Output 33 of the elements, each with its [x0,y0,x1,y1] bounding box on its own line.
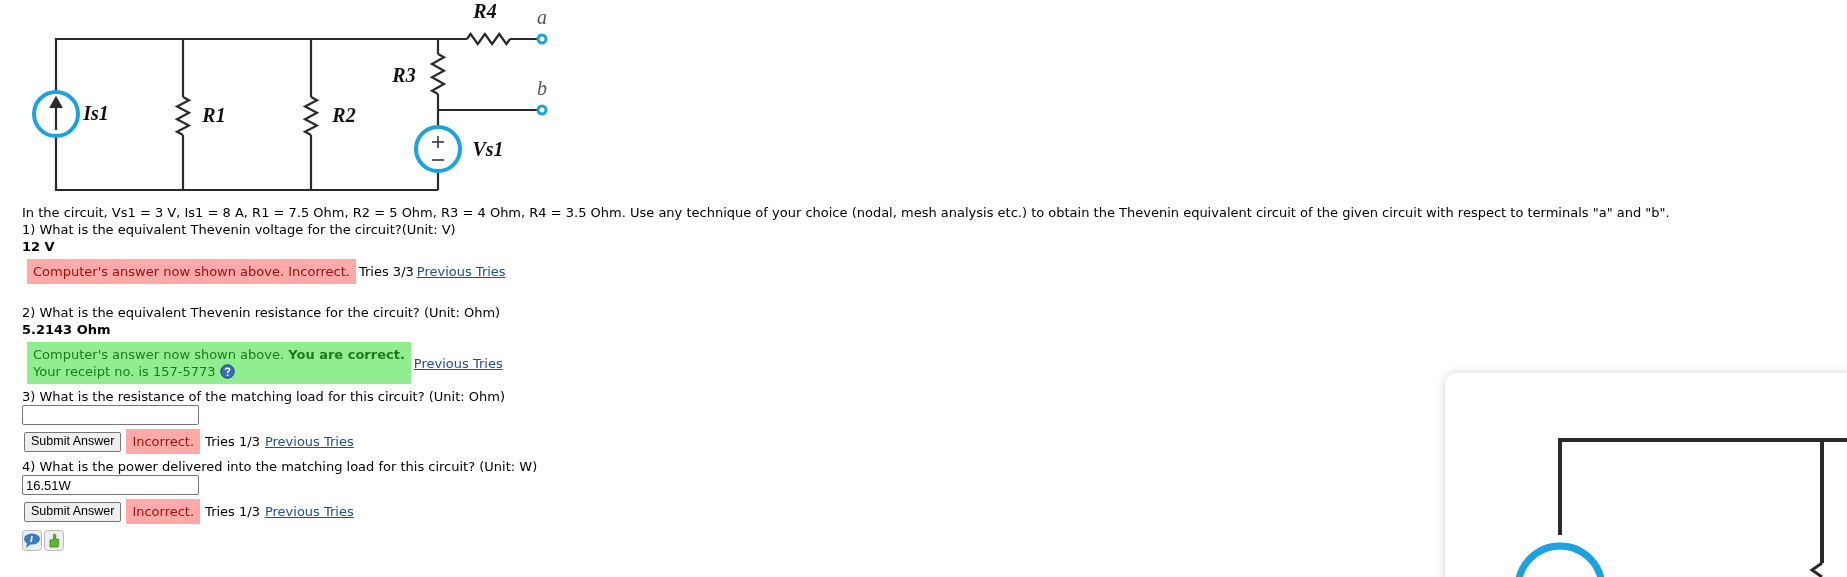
previous-tries-link[interactable]: Previous Tries [264,433,354,450]
answer-field[interactable] [22,405,199,425]
tries-count: Tries 3/3 [359,263,414,280]
speech-bubble-icon[interactable] [22,530,42,551]
computer-answer: 12 V [22,238,56,255]
component-label: b [537,77,547,99]
question-prompt: 1) What is the equivalent Thevenin voltage for the circuit?(Unit: V) [22,221,457,238]
component-label: R1 [202,104,226,126]
answer-field[interactable]: 16.51W [22,475,199,495]
question-prompt: 3) What is the resistance of the matching load for this circuit? (Unit: Ohm) [22,388,506,405]
question-prompt: 4) What is the power delivered into the matching load for this circuit? (Unit: W) [22,458,539,475]
component-label: R3 [392,64,416,86]
incorrect-feedback: Incorrect. [126,429,201,454]
correct-feedback: Computer's answer now shown above. You are correct. Your receipt no. is 157-5773 [27,342,411,384]
component-label: Vs1 [472,138,504,160]
previous-tries-link[interactable]: Previous Tries [413,354,503,372]
tries-count: Tries 1/3 [205,433,260,450]
incorrect-feedback: Incorrect. [126,499,201,524]
problem-statement: In the circuit, Vs1 = 3 V, Is1 = 8 A, R1 = 7.5 Ohm, R2 = 5 Ohm, R3 = 4 Ohm, R4 = 3.5 Ohm. Use any technique of your choice (nodal, mesh analysis etc.) to obtain the Thevenin equivalent circuit of the given circuit with respect to terminals "a" and "b". [22,204,1671,221]
previous-tries-link[interactable]: Previous Tries [264,503,354,520]
help-icon[interactable] [219,364,235,379]
submit-answer-button[interactable]: Submit Answer [24,501,122,522]
previous-tries-link[interactable]: Previous Tries [416,263,506,280]
tries-count: Tries 1/3 [205,503,260,520]
component-label: R4 [473,0,497,22]
component-label: R2 [332,104,356,126]
incorrect-feedback: Computer's answer now shown above. Incorrect. [27,259,356,284]
component-label: Is1 [83,102,109,124]
component-label: a [537,6,547,28]
thumbs-up-icon[interactable] [44,530,64,551]
computer-answer: 5.2143 Ohm [22,321,112,338]
question-prompt: 2) What is the equivalent Thevenin resistance for the circuit? (Unit: Ohm) [22,304,502,321]
submit-answer-button[interactable]: Submit Answer [24,431,122,452]
